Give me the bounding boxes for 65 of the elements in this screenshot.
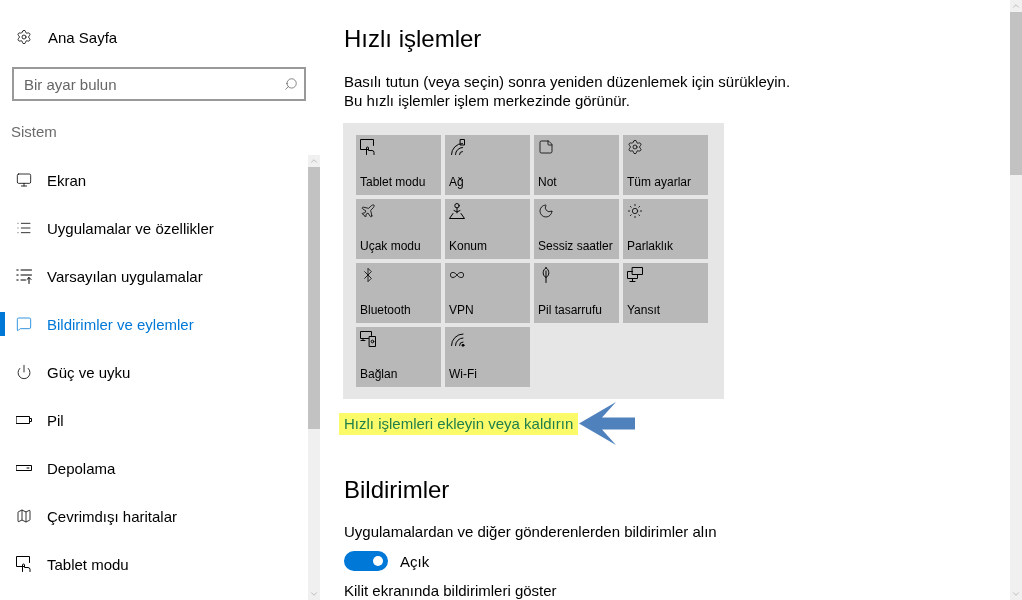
search-field[interactable]: Bir ayar bulun [12, 67, 306, 101]
wifi-icon [449, 331, 465, 347]
link[interactable]: Hızlı işlemleri ekleyin veya kaldırın [339, 412, 579, 435]
nav-item[interactable]: Ekran [0, 156, 308, 204]
tablet-hand-icon [360, 139, 376, 155]
map-icon [16, 508, 32, 524]
toggle-state-label: Açık [400, 551, 430, 571]
nav-item[interactable]: Pil [0, 396, 308, 444]
quick-action-tile[interactable]: Yansıt [623, 263, 708, 323]
chevron-down-icon [309, 589, 319, 599]
scrollbar[interactable] [1010, 0, 1022, 600]
quick-action-tile[interactable]: Bluetooth [356, 263, 441, 323]
quick-action-tile[interactable]: Wi-Fi [445, 327, 530, 387]
quick-action-tile[interactable]: Sessiz saatler [534, 199, 619, 259]
speech-bubble-icon [16, 316, 32, 332]
quick-action-tile[interactable]: Tablet modu [356, 135, 441, 195]
sun-icon [627, 203, 643, 219]
description-text: Bu hızlı işlemler işlem merkezinde görünür. [344, 91, 630, 110]
setting-label: Uygulamalardan ve diğer gönderenlerden bildirimler alın [344, 522, 717, 541]
moon-icon [538, 203, 554, 219]
nav-item[interactable]: Tablet modu [0, 540, 308, 588]
quick-action-tile[interactable]: Uçak modu [356, 199, 441, 259]
nav-item[interactable]: Depolama [0, 444, 308, 492]
quick-action-tile[interactable]: Pil tasarrufu [534, 263, 619, 323]
nav-item[interactable]: Bildirimler ve eylemler [0, 300, 308, 348]
list-arrow-icon [16, 268, 32, 284]
selection-indicator [0, 312, 5, 336]
airplane-icon [360, 203, 376, 219]
nav-item[interactable]: Çevrimdışı haritalar [0, 492, 308, 540]
section-title: Hızlı işlemler [344, 24, 482, 54]
chevron-down-icon [1011, 589, 1021, 599]
chevron-up-icon [309, 156, 319, 166]
nav-item[interactable]: Uygulamalar ve özellikler [0, 204, 308, 252]
search-icon [284, 77, 298, 91]
settings-icon [16, 29, 32, 45]
quick-action-tile[interactable]: Not [534, 135, 619, 195]
list-icon [16, 220, 32, 236]
tablet-hand-icon [16, 556, 32, 572]
quick-action-tile[interactable]: Tüm ayarlar [623, 135, 708, 195]
signal-icon [449, 139, 465, 155]
note-icon [538, 139, 554, 155]
home-link[interactable]: Ana Sayfa [0, 17, 122, 57]
section-title: Bildirimler [344, 475, 450, 505]
monitor-icon [16, 172, 32, 188]
quick-action-tile[interactable]: VPN [445, 263, 530, 323]
settings-icon [627, 139, 643, 155]
devices-icon [360, 331, 376, 347]
person-icon [449, 203, 465, 219]
arrow-icon [579, 402, 636, 445]
quick-action-tile[interactable]: Konum [445, 199, 530, 259]
section-label: Sistem [10, 122, 57, 142]
quick-action-tile[interactable]: Ağ [445, 135, 530, 195]
nav-item[interactable]: Varsayılan uygulamalar [0, 252, 308, 300]
nav-item[interactable]: Güç ve uyku [0, 348, 308, 396]
quick-action-tile[interactable]: Bağlan [356, 327, 441, 387]
toggle-switch[interactable] [344, 551, 388, 571]
quick-action-tile[interactable]: Parlaklık [623, 199, 708, 259]
description-text: Basılı tutun (veya seçin) sonra yeniden düzenlemek için sürükleyin. [344, 72, 791, 91]
chevron-up-icon [1011, 1, 1021, 11]
scrollbar-thumb[interactable] [1010, 12, 1022, 175]
screens-icon [627, 267, 643, 283]
scrollbar[interactable] [308, 155, 320, 600]
power-icon [16, 364, 32, 380]
setting-label: Kilit ekranında bildirimleri göster [344, 581, 557, 600]
scrollbar-thumb[interactable] [308, 167, 320, 429]
